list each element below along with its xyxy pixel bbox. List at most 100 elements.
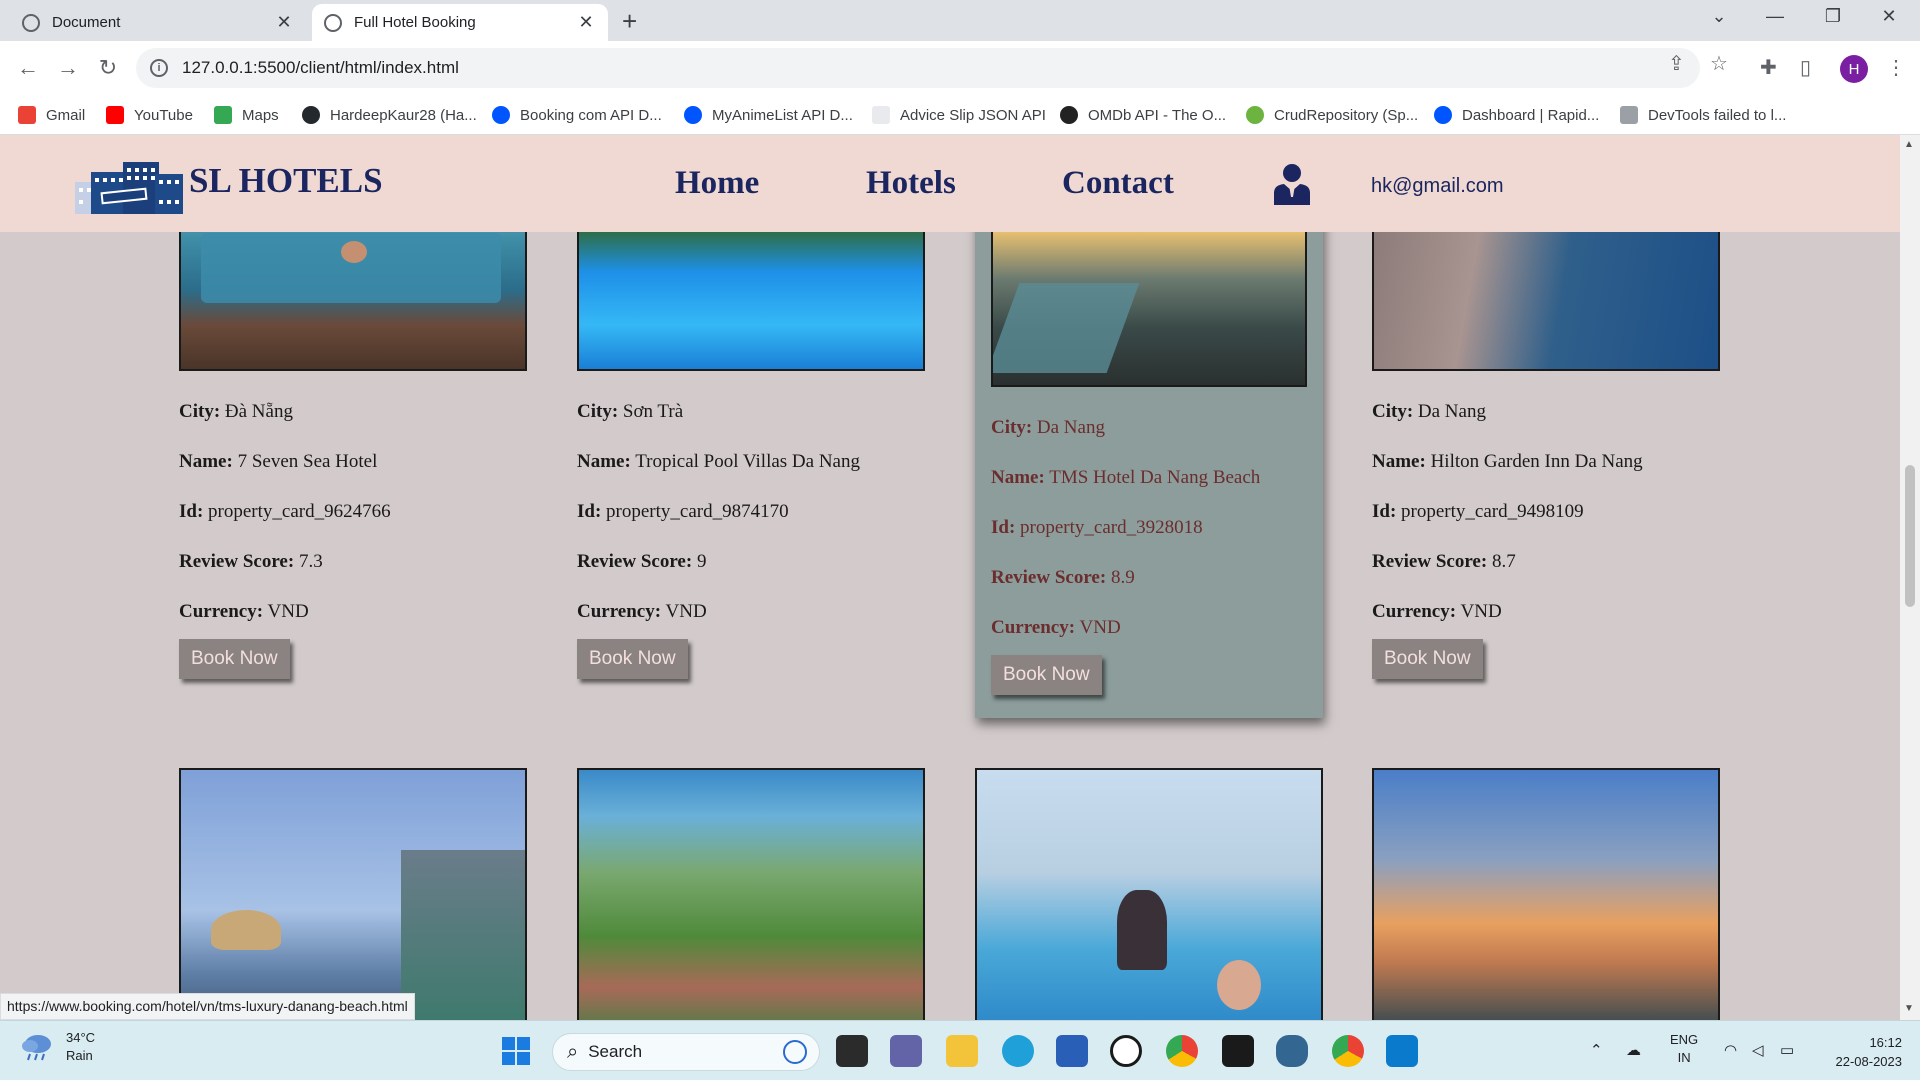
bookmark-booking-api[interactable]: Booking com API D... <box>492 106 662 124</box>
tab-full-hotel-booking[interactable]: Full Hotel Booking ✕ <box>312 4 608 41</box>
book-now-button[interactable]: Book Now <box>179 639 290 679</box>
address-bar[interactable]: i 127.0.0.1:5500/client/html/index.html <box>136 48 1700 88</box>
language-code: ENG <box>1670 1032 1699 1047</box>
new-tab-button[interactable]: + <box>622 6 637 37</box>
close-icon[interactable]: ✕ <box>274 12 294 33</box>
nav-home-link[interactable]: Home <box>675 165 759 202</box>
scroll-down-icon[interactable]: ▼ <box>1904 1003 1914 1014</box>
file-explorer-icon[interactable] <box>946 1035 978 1067</box>
windows-start-icon[interactable] <box>500 1035 532 1067</box>
nav-hotels-link[interactable]: Hotels <box>866 165 956 202</box>
volume-icon[interactable]: ◁ <box>1752 1041 1764 1059</box>
bookmark-advice-slip[interactable]: Advice Slip JSON API <box>872 106 1046 124</box>
bookmarks-bar: Gmail YouTube Maps HardeepKaur28 (Ha... … <box>0 97 1920 135</box>
store-icon[interactable] <box>1056 1035 1088 1067</box>
book-now-button[interactable]: Book Now <box>577 639 688 679</box>
task-view-icon[interactable] <box>836 1035 868 1067</box>
url-text: 127.0.0.1:5500/client/html/index.html <box>182 58 459 77</box>
chrome-icon[interactable] <box>1166 1035 1198 1067</box>
tab-search-icon[interactable]: ⌄ <box>1696 6 1742 27</box>
back-icon[interactable]: ← <box>14 55 42 81</box>
hotel-review-score: Review Score: 8.9 <box>991 567 1135 588</box>
battery-icon[interactable]: ▭ <box>1780 1041 1794 1059</box>
minimize-button[interactable]: — <box>1752 6 1798 27</box>
system-clock[interactable]: 16:12 22-08-2023 <box>1820 1033 1903 1071</box>
bookmark-label: Advice Slip JSON API <box>900 106 1046 124</box>
brand-title[interactable]: SL HOTELS <box>189 161 383 201</box>
bookmark-label: OMDb API - The O... <box>1088 106 1227 124</box>
rapidapi-icon <box>684 106 702 124</box>
hotel-city: City: Sơn Trà <box>577 401 684 422</box>
bookmark-label: CrudRepository (Sp... <box>1274 106 1419 124</box>
postgresql-icon[interactable] <box>1276 1035 1308 1067</box>
bookmark-star-icon[interactable]: ☆ <box>1710 51 1728 76</box>
intellij-icon[interactable] <box>1222 1035 1254 1067</box>
search-icon: ⌕ <box>567 1040 579 1063</box>
hotel-image[interactable] <box>975 768 1323 1020</box>
bookmark-youtube[interactable]: YouTube <box>106 106 193 124</box>
bookmark-label: Maps <box>242 106 279 124</box>
page-icon <box>872 106 890 124</box>
close-icon[interactable]: ✕ <box>576 12 596 33</box>
bookmark-label: Booking com API D... <box>520 106 662 124</box>
bookmark-maps[interactable]: Maps <box>214 106 279 124</box>
hotel-currency: Currency: VND <box>179 601 309 622</box>
scroll-up-icon[interactable]: ▲ <box>1904 139 1914 150</box>
onedrive-icon[interactable]: ☁ <box>1626 1041 1641 1059</box>
user-icon[interactable] <box>1272 163 1312 205</box>
bing-icon[interactable] <box>783 1040 807 1064</box>
close-window-button[interactable]: ✕ <box>1866 6 1912 27</box>
globe-icon <box>324 13 342 32</box>
bookmark-label: HardeepKaur28 (Ha... <box>330 106 477 124</box>
teams-icon[interactable] <box>890 1035 922 1067</box>
language-indicator[interactable]: ENG IN <box>1670 1031 1698 1067</box>
vscode-icon[interactable] <box>1386 1035 1418 1067</box>
browser-toolbar: ← → ↻ i 127.0.0.1:5500/client/html/index… <box>0 41 1920 97</box>
bookmark-crudrepository[interactable]: CrudRepository (Sp... <box>1246 106 1418 124</box>
book-now-button[interactable]: Book Now <box>1372 639 1483 679</box>
bookmark-gmail[interactable]: Gmail <box>18 106 85 124</box>
show-hidden-icons[interactable]: ⌃ <box>1590 1041 1603 1059</box>
rapidapi-icon <box>1434 106 1452 124</box>
info-icon[interactable]: i <box>150 59 168 77</box>
hotel-review-score: Review Score: 7.3 <box>179 551 323 572</box>
chrome-profile-icon[interactable] <box>1332 1035 1364 1067</box>
profile-avatar[interactable]: H <box>1840 55 1868 83</box>
weather-widget[interactable]: 34°C Rain <box>20 1029 95 1065</box>
share-icon[interactable]: ⇪ <box>1668 51 1685 76</box>
taskbar-search[interactable]: ⌕ Search <box>552 1033 820 1071</box>
region-code: IN <box>1677 1050 1691 1065</box>
forward-icon[interactable]: → <box>54 55 82 81</box>
bookmark-omdb[interactable]: OMDb API - The O... <box>1060 106 1226 124</box>
gmail-icon <box>18 106 36 124</box>
side-panel-icon[interactable]: ▯ <box>1800 55 1811 80</box>
menu-icon[interactable]: ⋮ <box>1886 55 1906 80</box>
bookmark-devtools[interactable]: DevTools failed to l... <box>1620 106 1786 124</box>
tab-document[interactable]: Document ✕ <box>10 4 306 41</box>
scrollbar-thumb[interactable] <box>1905 465 1915 607</box>
hotel-id: Id: property_card_9874170 <box>577 501 789 522</box>
extensions-icon[interactable]: ✚ <box>1760 55 1777 80</box>
edge-icon[interactable] <box>1002 1035 1034 1067</box>
hotel-image[interactable] <box>179 768 527 1020</box>
hotel-name: Name: TMS Hotel Da Nang Beach <box>991 467 1261 488</box>
reload-icon[interactable]: ↻ <box>94 55 122 81</box>
nav-contact-link[interactable]: Contact <box>1062 165 1174 202</box>
bookmark-label: MyAnimeList API D... <box>712 106 853 124</box>
bookmark-github[interactable]: HardeepKaur28 (Ha... <box>302 106 477 124</box>
bookmark-myanimelist-api[interactable]: MyAnimeList API D... <box>684 106 853 124</box>
restore-button[interactable]: ❐ <box>1810 6 1856 27</box>
bookmark-dashboard[interactable]: Dashboard | Rapid... <box>1434 106 1599 124</box>
hotel-building-icon[interactable] <box>75 160 183 214</box>
book-now-button[interactable]: Book Now <box>991 655 1102 695</box>
page-scrollbar[interactable]: ▲ ▼ <box>1900 135 1920 1020</box>
hotel-image[interactable] <box>1372 768 1720 1020</box>
page-viewport: SL HOTELS Home Hotels Contact hk@gmail.c… <box>0 135 1900 1020</box>
site-header: SL HOTELS Home Hotels Contact hk@gmail.c… <box>0 135 1900 232</box>
hotel-id: Id: property_card_3928018 <box>991 517 1203 538</box>
dell-icon[interactable] <box>1110 1035 1142 1067</box>
hotel-city: City: Da Nang <box>991 417 1105 438</box>
wifi-icon[interactable]: ◠ <box>1724 1041 1737 1059</box>
user-email: hk@gmail.com <box>1371 175 1504 197</box>
hotel-image[interactable] <box>577 768 925 1020</box>
